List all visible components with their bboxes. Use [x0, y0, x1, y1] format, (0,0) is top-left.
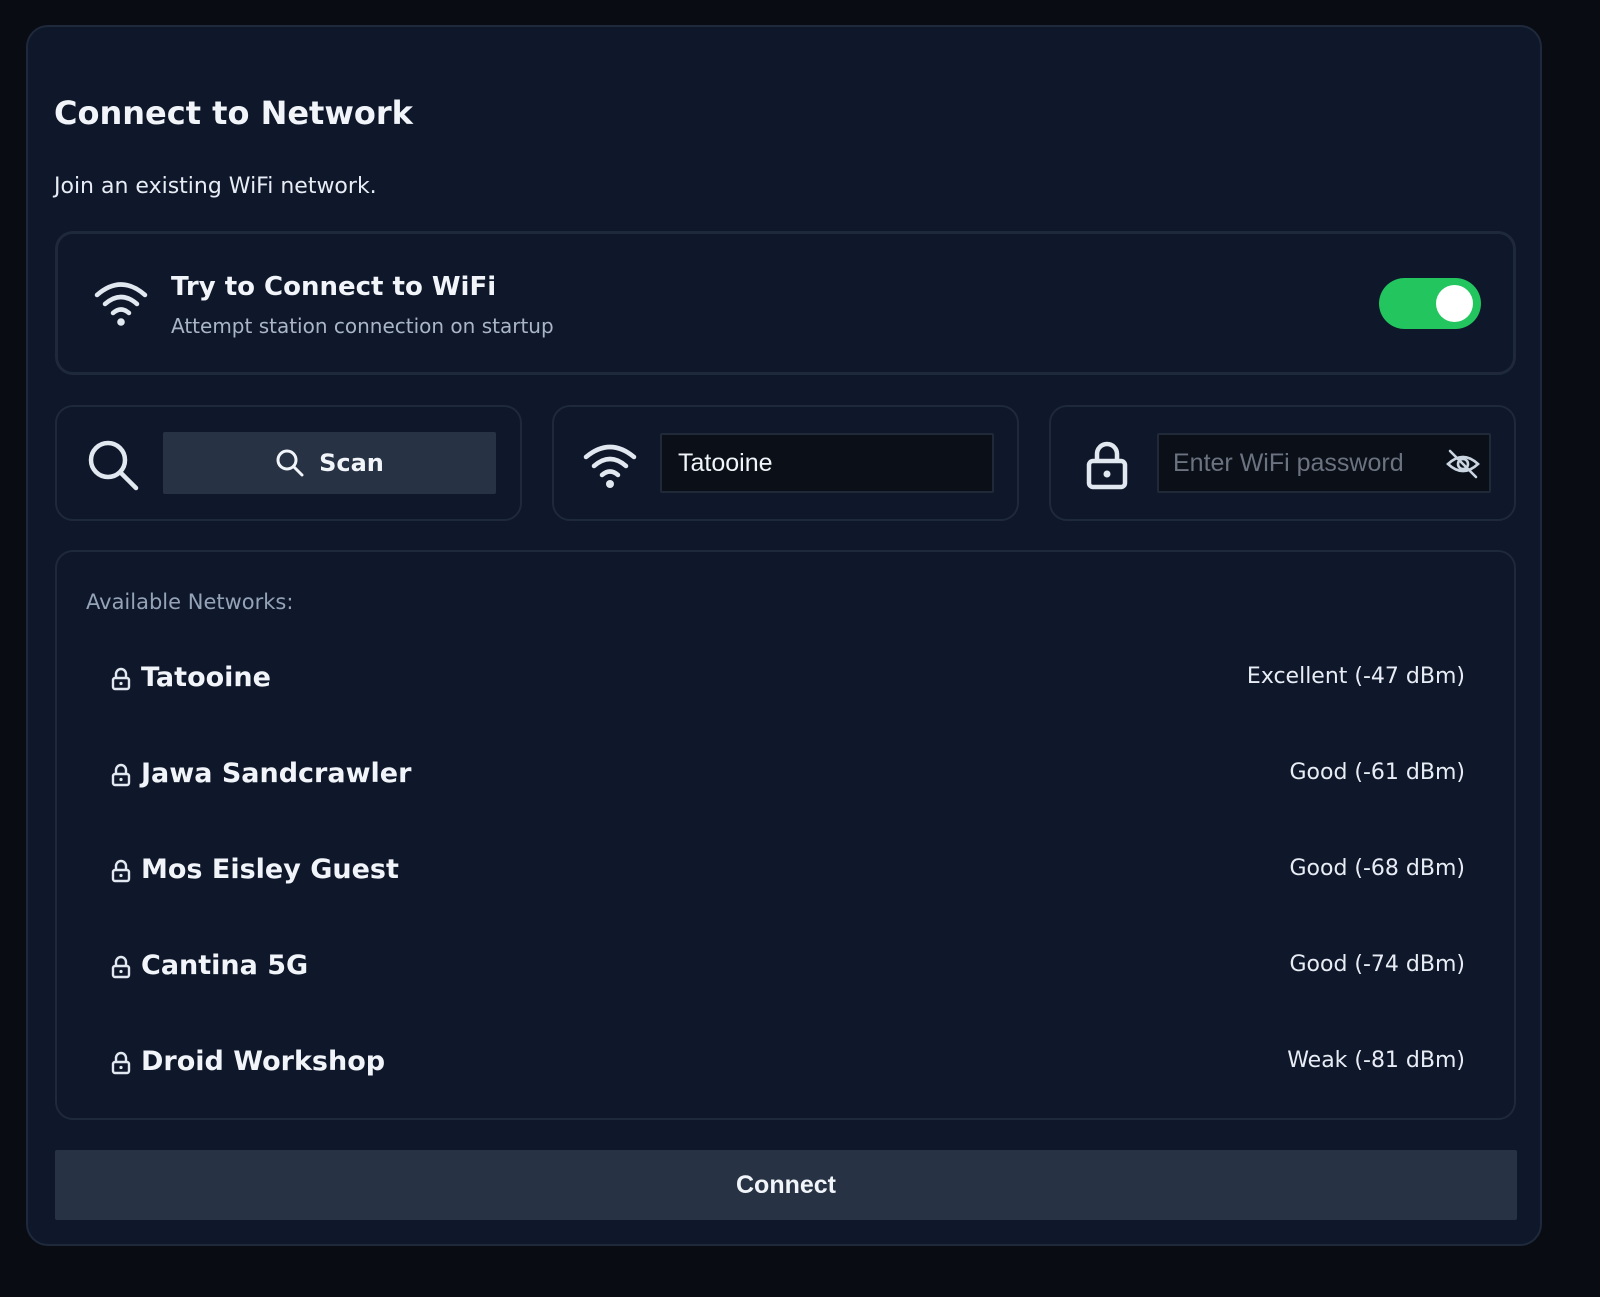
- lock-icon: [111, 1051, 131, 1075]
- page-subtitle: Join an existing WiFi network.: [54, 174, 377, 199]
- lock-icon: [111, 859, 131, 883]
- network-name: Cantina 5G: [141, 950, 309, 981]
- network-signal: Good (-61 dBm): [1289, 760, 1465, 785]
- network-item[interactable]: Droid Workshop Weak (-81 dBm): [87, 1027, 1487, 1099]
- available-networks-list: Available Networks: Tatooine Excellent (…: [55, 550, 1516, 1120]
- page-title: Connect to Network: [54, 94, 413, 132]
- lock-icon: [111, 955, 131, 979]
- network-name: Droid Workshop: [141, 1046, 386, 1077]
- ssid-input[interactable]: [660, 433, 994, 493]
- station-toggle-card: Try to Connect to WiFi Attempt station c…: [55, 231, 1516, 375]
- lock-icon: [1086, 441, 1128, 490]
- network-name: Tatooine: [141, 662, 271, 693]
- connect-button[interactable]: Connect: [55, 1150, 1517, 1220]
- network-signal: Excellent (-47 dBm): [1246, 664, 1465, 689]
- password-field: [1157, 433, 1491, 493]
- search-icon: [88, 440, 139, 491]
- network-signal: Good (-74 dBm): [1289, 952, 1465, 977]
- station-toggle-switch[interactable]: [1379, 278, 1481, 329]
- network-item[interactable]: Mos Eisley Guest Good (-68 dBm): [87, 835, 1487, 907]
- ssid-box: [552, 405, 1019, 521]
- scan-button-label: Scan: [319, 449, 384, 477]
- wifi-icon: [583, 444, 637, 488]
- lock-icon: [111, 667, 131, 691]
- network-name: Mos Eisley Guest: [141, 854, 399, 885]
- networks-heading: Available Networks:: [86, 590, 294, 614]
- station-toggle-description: Attempt station connection on startup: [171, 314, 554, 338]
- network-signal: Good (-68 dBm): [1289, 856, 1465, 881]
- lock-icon: [111, 763, 131, 787]
- password-input[interactable]: [1159, 435, 1439, 491]
- network-signal: Weak (-81 dBm): [1287, 1048, 1465, 1073]
- eye-off-icon[interactable]: [1445, 448, 1481, 480]
- station-toggle-title: Try to Connect to WiFi: [171, 272, 497, 302]
- password-box: [1049, 405, 1516, 521]
- scan-button[interactable]: Scan: [163, 432, 496, 494]
- connect-panel: Connect to Network Join an existing WiFi…: [26, 25, 1542, 1246]
- switch-knob: [1436, 285, 1473, 322]
- search-icon: [276, 449, 304, 477]
- network-name: Jawa Sandcrawler: [141, 758, 412, 789]
- wifi-icon: [94, 282, 148, 326]
- network-item[interactable]: Tatooine Excellent (-47 dBm): [87, 643, 1487, 715]
- network-item[interactable]: Jawa Sandcrawler Good (-61 dBm): [87, 739, 1487, 811]
- network-item[interactable]: Cantina 5G Good (-74 dBm): [87, 931, 1487, 1003]
- scan-box: Scan: [55, 405, 522, 521]
